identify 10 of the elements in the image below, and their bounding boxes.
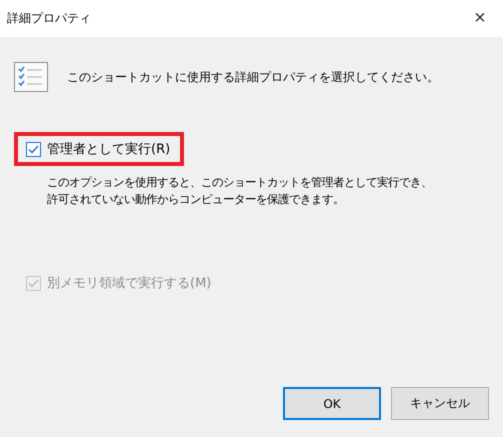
checklist-icon [14, 62, 48, 92]
window-title: 詳細プロパティ [7, 10, 91, 27]
checkbox[interactable]: 管理者として実行(R) [26, 140, 170, 158]
cancel-button[interactable]: キャンセル [391, 387, 489, 420]
close-button[interactable]: × [457, 0, 503, 37]
option-description: このオプションを使用すると、このショートカットを管理者として実行でき、許可されていない動作からコンピューターを保護できます。 [47, 174, 433, 208]
instruction-text: このショートカットに使用する詳細プロパティを選択してください。 [67, 68, 439, 86]
check-icon [28, 278, 39, 288]
check-icon [28, 144, 39, 154]
ok-button[interactable]: OK [283, 387, 381, 420]
